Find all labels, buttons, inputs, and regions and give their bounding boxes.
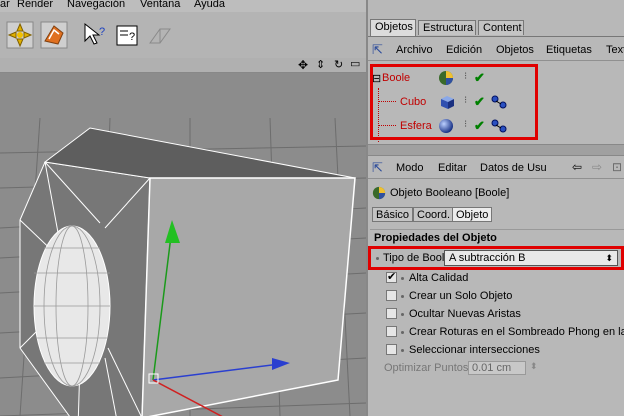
property-row-solo-objeto: Crear un Solo Objeto (368, 288, 624, 305)
label-ocultar-aristas: Ocultar Nuevas Aristas (409, 308, 521, 320)
object-list-scrollbar[interactable] (368, 144, 624, 156)
menu-item-ventana[interactable]: Ventana (140, 0, 180, 10)
label-optimizar-puntos: Optimizar Puntos (384, 362, 469, 374)
property-row-alta-calidad: ✔ Alta Calidad (368, 270, 624, 287)
boole-attr-icon (372, 186, 386, 200)
viewport[interactable]: ✥ ⇕ ↻ ▭ (0, 58, 366, 416)
subtab-coord[interactable]: Coord. (413, 207, 455, 222)
svg-text:?: ? (129, 31, 135, 43)
menu-objetos[interactable]: Objetos (496, 44, 534, 56)
menu-item-render[interactable]: Render (17, 0, 53, 10)
section-title: Propiedades del Objeto (370, 229, 624, 245)
animation-dot-icon[interactable] (401, 331, 404, 334)
checkbox-ocultar-aristas[interactable] (386, 308, 397, 319)
disabled-tool-icon (149, 28, 171, 44)
object-manager-menu: ⇱ Archivo Edición Objetos Etiquetas Text (368, 40, 624, 61)
lock-icon[interactable]: ⊡ (612, 160, 622, 174)
animation-dot-icon[interactable] (401, 277, 404, 280)
pan-icon[interactable]: ✥ (298, 58, 308, 72)
forward-arrow-icon[interactable]: ⇨ (592, 160, 602, 174)
optimize-points-field[interactable]: 0.01 cm (468, 361, 526, 375)
checkbox-crear-solo-objeto[interactable] (386, 290, 397, 301)
maximize-icon[interactable]: ▭ (350, 58, 360, 70)
animation-dot-icon[interactable] (401, 295, 404, 298)
label-alta-calidad: Alta Calidad (409, 272, 469, 284)
help-cursor-icon[interactable]: ? (82, 21, 110, 49)
attribute-title: Objeto Booleano [Boole] (390, 187, 510, 199)
menu-edicion[interactable]: Edición (446, 44, 482, 56)
menu-etiquetas[interactable]: Etiquetas (546, 44, 592, 56)
menu-text[interactable]: Text (606, 44, 624, 56)
render-tool-icon[interactable] (40, 21, 68, 49)
menu-archivo[interactable]: Archivo (396, 44, 433, 56)
attribute-manager-menu: ⇱ Modo Editar Datos de Usu ⇦ ⇨ ⊡ (368, 158, 624, 179)
checkbox-roturas-phong[interactable] (386, 326, 397, 337)
subtab-objeto[interactable]: Objeto (452, 207, 493, 222)
toolbar: ? ? (0, 12, 366, 58)
svg-text:?: ? (99, 26, 105, 38)
menu-editar[interactable]: Editar (438, 162, 467, 174)
menu-modo[interactable]: Modo (396, 162, 424, 174)
menu-item-ayuda[interactable]: Ayuda (194, 0, 225, 10)
stepper-icon[interactable]: ⬍ (530, 361, 538, 372)
tab-content[interactable]: Content (478, 20, 524, 35)
manager-tabs: Objetos Estructura Content (368, 18, 624, 37)
viewport-scene[interactable] (0, 72, 366, 416)
tab-estructura[interactable]: Estructura (418, 20, 476, 35)
label-intersecciones: Seleccionar intersecciones (409, 344, 540, 356)
check-icon: ✔ (387, 271, 397, 283)
property-row-roturas-phong: Crear Roturas en el Sombreado Phong en l… (368, 324, 624, 341)
subtab-basico[interactable]: Básico (372, 207, 414, 222)
rotate-icon[interactable]: ↻ (334, 58, 343, 71)
move-tool-icon[interactable] (6, 21, 34, 49)
zoom-icon[interactable]: ⇕ (316, 58, 325, 71)
label-roturas-phong: Crear Roturas en el Sombreado Phong en l… (409, 326, 624, 338)
label-crear-solo-objeto: Crear un Solo Objeto (409, 290, 513, 302)
viewport-header: ✥ ⇕ ↻ ▭ (0, 58, 366, 73)
property-row-intersecciones: Seleccionar intersecciones (368, 342, 624, 359)
main-menubar: ar Render Navegación Ventana Ayuda (0, 0, 366, 12)
animation-dot-icon[interactable] (401, 349, 404, 352)
animation-dot-icon[interactable] (401, 313, 404, 316)
menu-item-partial[interactable]: ar (0, 0, 10, 10)
pointer-icon[interactable]: ⇱ (372, 42, 383, 58)
checkbox-intersecciones[interactable] (386, 344, 397, 355)
back-arrow-icon[interactable]: ⇦ (572, 160, 582, 174)
menu-datos-usuario[interactable]: Datos de Usu (480, 162, 547, 174)
manual-help-icon[interactable]: ? (114, 21, 142, 49)
tab-objetos[interactable]: Objetos (370, 19, 416, 36)
right-panel: Objetos Estructura Content ⇱ Archivo Edi… (366, 0, 624, 416)
property-row-ocultar-aristas: Ocultar Nuevas Aristas (368, 306, 624, 323)
menu-item-navegacion[interactable]: Navegación (67, 0, 125, 10)
highlight-box-objects (370, 64, 538, 140)
pointer-icon[interactable]: ⇱ (372, 160, 383, 176)
checkbox-alta-calidad[interactable]: ✔ (386, 271, 397, 283)
highlight-box-boolean-type (368, 246, 624, 270)
